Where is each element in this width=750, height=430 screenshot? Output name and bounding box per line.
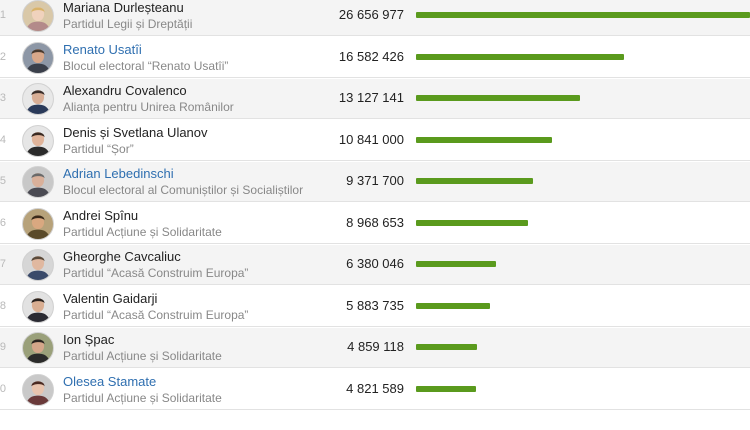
avatar[interactable] [22, 166, 54, 198]
table-row: 10 Olesea StamatePartidul Acțiune și Soli… [0, 369, 750, 410]
table-row: 1 Mariana Durleșteanu Partidul Legii și Dr… [0, 0, 750, 36]
person-icon [23, 208, 53, 239]
amount-value: 26 656 977 [338, 7, 404, 22]
candidate-name-link[interactable]: Adrian Lebedinschi [63, 166, 174, 181]
amount-value: 4 859 118 [347, 339, 404, 354]
rank-number: 9 [0, 341, 6, 353]
rank-number: 7 [0, 258, 6, 270]
party-name: Partidul Acțiune și Solidaritate [63, 349, 222, 363]
person-icon [23, 250, 53, 280]
rank-number: 2 [0, 50, 6, 63]
person-icon [23, 42, 53, 73]
candidate-name: Mariana Durleșteanu [63, 0, 184, 15]
avatar[interactable] [22, 373, 54, 406]
amount-value: 8 968 653 [346, 214, 404, 230]
table-row: 4 Denis și Svetlana Ulanov Partidul “Șor” 1… [0, 120, 750, 161]
person-icon [23, 167, 53, 197]
party-name: Partidul Acțiune și Solidaritate [63, 390, 222, 405]
avatar[interactable] [22, 290, 54, 323]
person-icon [23, 125, 53, 156]
party-name: Partidul “Șor” [63, 141, 134, 156]
rank-number: 4 [0, 133, 6, 146]
table-row: 6 Andrei Spînu Partidul Acțiune și Solidar… [0, 203, 750, 244]
rank-number: 1 [0, 9, 6, 21]
table-row: 7 Gheorghe Cavcaliuc Partidul “Acasă Const… [0, 245, 750, 285]
avatar[interactable] [22, 124, 54, 157]
amount-bar [416, 344, 477, 350]
table-row: 2 Renato Usatîi Blocul electoral “Renato U… [0, 37, 750, 78]
candidate-name: Gheorghe Cavcaliuc [63, 249, 181, 264]
amount-value: 6 380 046 [346, 256, 404, 271]
amount-bar [416, 53, 624, 60]
party-name: Blocul electoral al Comuniștilor și Soci… [63, 183, 304, 197]
amount-bar [416, 178, 533, 184]
table-row: 9 Ion Șpac Partidul Acțiune și Solidaritat… [0, 328, 750, 368]
amount-bar [416, 12, 750, 18]
table-row: 8 Valentin Gaidarji Partidul “Acasă Constr… [0, 286, 750, 327]
party-name: Alianța pentru Unirea Românilor [63, 100, 234, 114]
amount-value: 10 841 000 [338, 131, 404, 147]
party-name: Blocul electoral “Renato Usatîi” [63, 58, 229, 73]
donors-list: 1 Mariana Durleșteanu Partidul Legii și Dr… [0, 0, 750, 430]
amount-bar [416, 219, 528, 226]
candidate-name: Valentin Gaidarji [63, 290, 158, 306]
amount-bar [416, 261, 496, 267]
table-row: 5 Adrian Lebedinschi Blocul electoral al C… [0, 162, 750, 202]
person-icon [23, 333, 53, 363]
candidate-name: Andrei Spînu [63, 207, 139, 223]
amount-value: 5 883 735 [346, 297, 404, 313]
candidate-name: Alexandru Covalenco [63, 83, 187, 98]
avatar[interactable] [22, 0, 54, 32]
amount-value: 13 127 141 [338, 90, 404, 105]
amount-bar [416, 136, 552, 143]
party-name: Partidul “Acasă Construim Europa” [63, 266, 249, 280]
amount-bar [416, 95, 580, 101]
candidate-name-link[interactable]: Olesea Stamate [63, 374, 156, 389]
avatar[interactable] [22, 249, 54, 281]
avatar[interactable] [22, 207, 54, 240]
avatar[interactable] [22, 332, 54, 364]
amount-bar [416, 385, 476, 392]
person-icon [23, 84, 53, 114]
amount-value: 16 582 426 [338, 48, 404, 64]
person-icon [23, 1, 53, 31]
rank-number: 10 [0, 382, 6, 395]
avatar[interactable] [22, 41, 54, 74]
table-row: 3 Alexandru Covalenco Alianța pentru Unire… [0, 79, 750, 119]
amount-value: 9 371 700 [346, 173, 404, 188]
rank-number: 5 [0, 175, 6, 187]
rank-number: 6 [0, 216, 6, 229]
candidate-name: Ion Șpac [63, 332, 115, 347]
party-name: Partidul “Acasă Construim Europa” [63, 307, 249, 322]
candidate-name-link[interactable]: Renato Usatîi [63, 42, 142, 57]
amount-bar [416, 302, 490, 309]
avatar[interactable] [22, 83, 54, 115]
party-name: Partidul Acțiune și Solidaritate [63, 224, 222, 239]
person-icon [23, 291, 53, 322]
amount-value: 4 821 589 [346, 380, 404, 396]
person-icon [23, 374, 53, 405]
rank-number: 8 [0, 299, 6, 312]
party-name: Partidul Legii și Dreptății [63, 17, 193, 31]
candidate-name: Denis și Svetlana Ulanov [63, 124, 208, 140]
rank-number: 3 [0, 92, 6, 104]
